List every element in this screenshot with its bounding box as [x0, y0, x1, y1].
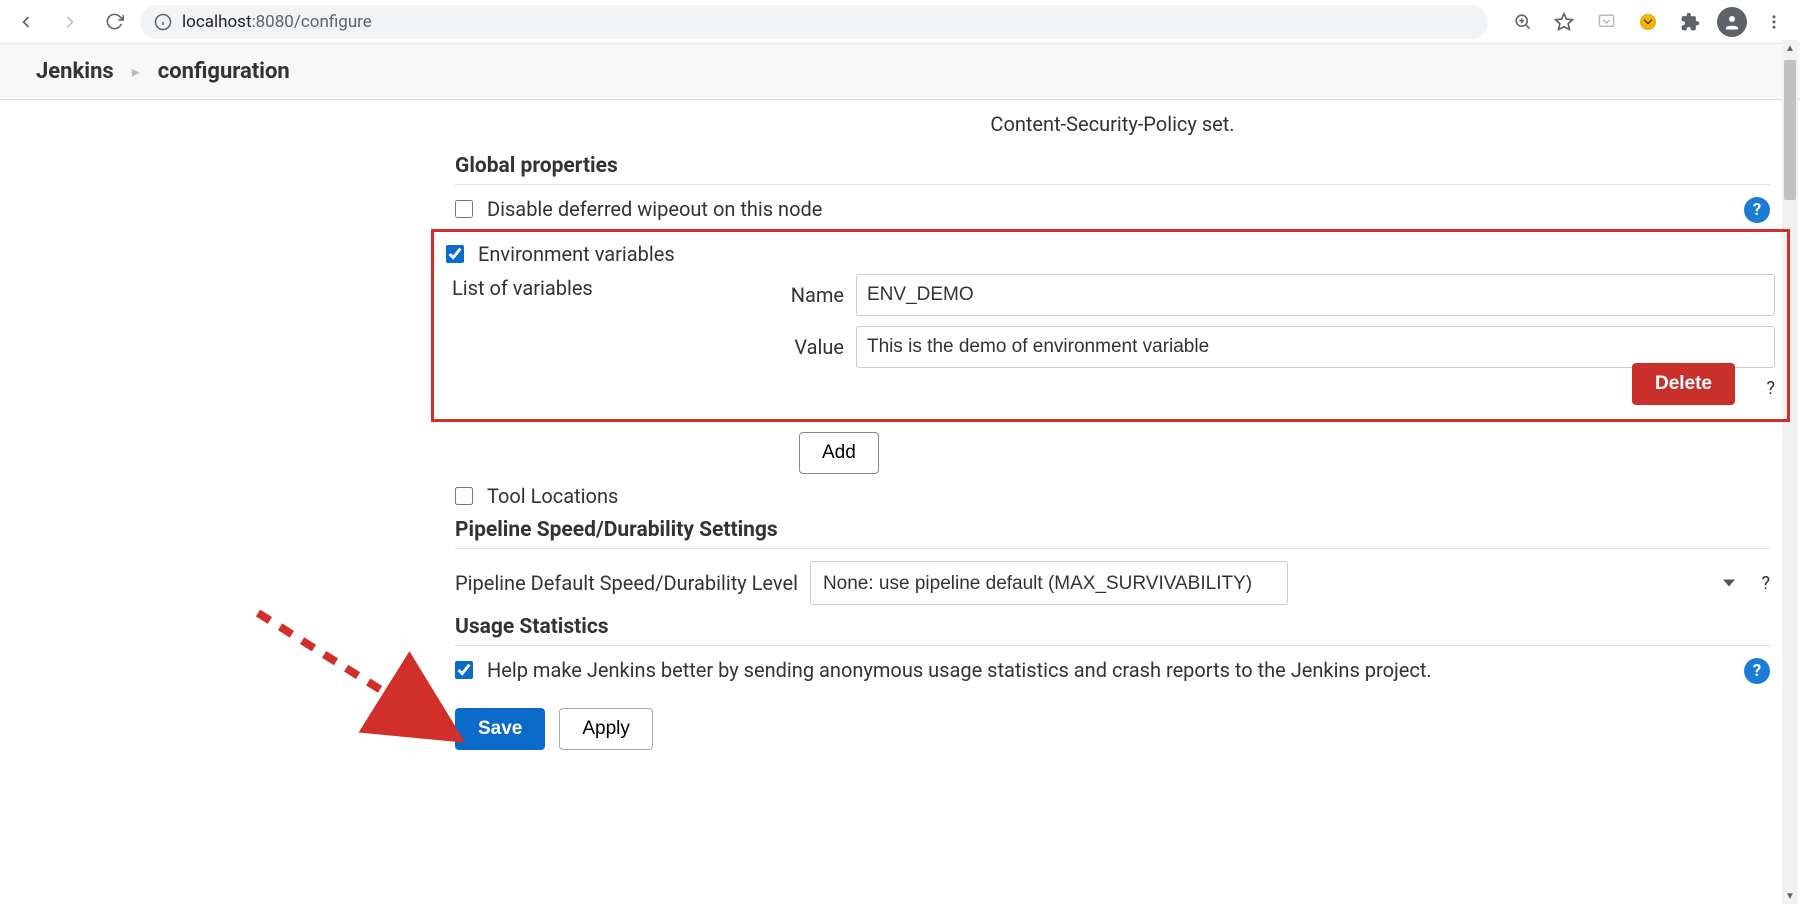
- save-button[interactable]: Save: [455, 708, 545, 750]
- help-icon[interactable]: ?: [1761, 573, 1770, 594]
- env-value-row: Value: [786, 326, 1775, 368]
- disable-wipeout-checkbox[interactable]: [455, 200, 473, 218]
- usage-stats-checkbox[interactable]: [455, 661, 473, 679]
- browser-toolbar: localhost:8080/configure: [0, 0, 1800, 44]
- profile-avatar[interactable]: [1714, 4, 1750, 40]
- browser-actions: [1496, 4, 1792, 40]
- env-name-input[interactable]: [856, 274, 1775, 316]
- pipeline-durability-select[interactable]: None: use pipeline default (MAX_SURVIVAB…: [810, 561, 1288, 605]
- usage-stats-label: Help make Jenkins better by sending anon…: [487, 658, 1432, 682]
- env-vars-body: List of variables Name Value ? Delete: [446, 274, 1775, 405]
- row-env-vars: Environment variables: [446, 242, 1775, 266]
- add-env-row: Add: [455, 432, 1770, 474]
- list-of-variables-label: List of variables: [446, 274, 746, 405]
- breadcrumb-root[interactable]: Jenkins: [36, 59, 114, 84]
- pipeline-durability-label: Pipeline Default Speed/Durability Level: [455, 571, 798, 595]
- chevron-right-icon: ▸: [132, 62, 140, 81]
- scroll-up-icon[interactable]: ▲: [1782, 40, 1798, 56]
- section-global-properties: Global properties: [455, 154, 1770, 185]
- apply-button[interactable]: Apply: [559, 708, 653, 750]
- csp-notice: Content-Security-Policy set.: [0, 112, 1770, 136]
- url-text: localhost:8080/configure: [182, 12, 372, 32]
- add-button[interactable]: Add: [799, 432, 879, 474]
- pocket-icon[interactable]: [1588, 4, 1624, 40]
- back-button[interactable]: [8, 4, 44, 40]
- row-pipeline-durability: Pipeline Default Speed/Durability Level …: [455, 561, 1770, 605]
- breadcrumb-page[interactable]: configuration: [158, 59, 290, 84]
- extensions-puzzle-icon[interactable]: [1672, 4, 1708, 40]
- bookmark-star-icon[interactable]: [1546, 4, 1582, 40]
- kebab-menu-icon[interactable]: [1756, 4, 1792, 40]
- breadcrumb: Jenkins ▸ configuration: [0, 44, 1800, 100]
- env-name-row: Name: [786, 274, 1775, 316]
- help-icon[interactable]: ?: [1744, 197, 1770, 223]
- row-disable-wipeout: Disable deferred wipeout on this node ?: [455, 197, 1770, 221]
- zoom-icon[interactable]: [1504, 4, 1540, 40]
- env-vars-highlight: Environment variables List of variables …: [431, 229, 1790, 422]
- tool-locations-checkbox[interactable]: [455, 487, 473, 505]
- help-icon[interactable]: ?: [1766, 378, 1775, 399]
- help-icon[interactable]: ?: [1744, 658, 1770, 684]
- info-icon: [154, 13, 172, 31]
- pipeline-durability-select-wrap: None: use pipeline default (MAX_SURVIVAB…: [810, 561, 1750, 605]
- env-vars-checkbox[interactable]: [446, 245, 464, 263]
- disable-wipeout-label: Disable deferred wipeout on this node: [487, 197, 822, 221]
- row-tool-locations: Tool Locations: [455, 484, 1770, 508]
- form-footer: Save Apply: [455, 708, 1770, 750]
- section-usage-statistics: Usage Statistics: [455, 615, 1770, 646]
- tool-locations-label: Tool Locations: [487, 484, 618, 508]
- extension-icon[interactable]: [1630, 4, 1666, 40]
- address-bar[interactable]: localhost:8080/configure: [140, 5, 1488, 39]
- env-var-entry: Name Value ? Delete: [786, 274, 1775, 405]
- section-pipeline: Pipeline Speed/Durability Settings: [455, 518, 1770, 549]
- configure-form: Content-Security-Policy set. Global prop…: [0, 100, 1800, 904]
- env-vars-label: Environment variables: [478, 242, 675, 266]
- env-value-input[interactable]: [856, 326, 1775, 368]
- delete-button[interactable]: Delete: [1632, 363, 1735, 405]
- row-usage-stats: Help make Jenkins better by sending anon…: [455, 658, 1770, 682]
- forward-button[interactable]: [52, 4, 88, 40]
- reload-button[interactable]: [96, 4, 132, 40]
- env-delete-wrap: Delete: [786, 363, 1775, 405]
- env-value-label: Value: [786, 335, 844, 359]
- env-name-label: Name: [786, 283, 844, 307]
